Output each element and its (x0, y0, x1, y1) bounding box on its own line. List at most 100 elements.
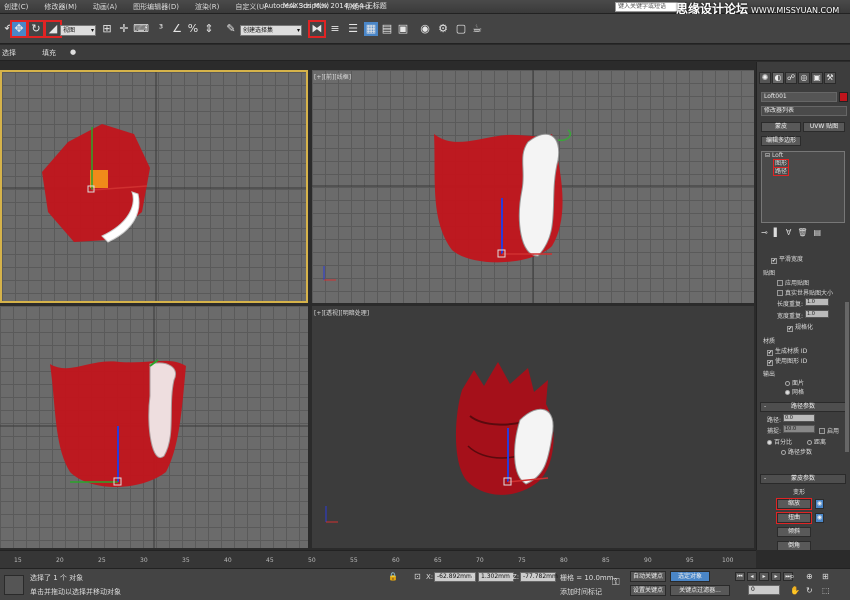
modify-tab-icon[interactable]: ◐ (772, 72, 784, 84)
pivot-icon[interactable]: ⊞ (100, 22, 114, 36)
stack-path[interactable]: 路径 (762, 167, 844, 176)
length-repeat-input[interactable]: 1.0 (805, 298, 829, 306)
uvw-map-button[interactable]: UVW 贴图 (803, 122, 845, 132)
object-color-swatch[interactable] (839, 92, 848, 102)
viewport-top[interactable] (0, 70, 308, 303)
ribbon-populate-tab[interactable]: 填充 (42, 48, 56, 58)
move-icon[interactable]: ✛ (117, 22, 131, 36)
angle-snap-icon[interactable]: ∠ (170, 22, 184, 36)
go-to-start-icon[interactable]: ⏮ (735, 572, 745, 581)
play-icon[interactable]: ▸ (759, 572, 769, 581)
render-setup-icon[interactable]: ⚙ (436, 22, 450, 36)
path-steps-radio[interactable]: 路径步数 (781, 447, 812, 456)
display-tab-icon[interactable]: ▣ (811, 72, 823, 84)
key-filters-button[interactable]: 关键点过滤器... (670, 585, 730, 596)
material-editor-icon[interactable]: ◉ (418, 22, 432, 36)
modifier-stack[interactable]: ⊟ Loft 图形 路径 (761, 151, 845, 223)
twist-deform-button[interactable]: 扭曲 (776, 512, 812, 524)
edit-named-selection-icon[interactable]: ✎ (224, 22, 238, 36)
create-tab-icon[interactable]: ✺ (759, 72, 771, 84)
zoom-extents-icon[interactable]: ⊞ (822, 572, 829, 581)
show-end-result-icon[interactable]: ▌ (774, 228, 780, 237)
twist-toggle-icon[interactable]: ◉ (815, 513, 824, 523)
vp-shading-label[interactable]: [明暗处理] (340, 310, 369, 317)
zoom-all-icon[interactable]: ⊕ (806, 572, 813, 581)
path-input[interactable]: 0.0 (783, 414, 815, 422)
select-scale-icon[interactable]: ◢ (44, 20, 62, 38)
ribbon-options-icon[interactable]: ● (70, 48, 76, 56)
percent-snap-icon[interactable]: % (186, 22, 200, 36)
menu-animation[interactable]: 动画(A) (89, 1, 121, 13)
output-patch-radio[interactable]: 面片 (785, 378, 804, 387)
curve-editor-icon[interactable]: ▤ (380, 22, 394, 36)
vp-view-label[interactable]: [前] (324, 74, 335, 81)
smooth-width-check[interactable]: ✔ 平滑宽度 (771, 254, 803, 264)
output-mesh-radio[interactable]: 网格 (785, 387, 804, 396)
reference-coord-select[interactable]: 视图 (60, 25, 96, 36)
normalize-check[interactable]: ✔ 规格化 (787, 322, 813, 332)
current-frame-input[interactable]: 0 (748, 585, 780, 595)
menu-modifiers[interactable]: 修改器(M) (40, 1, 81, 13)
shape-profile-persp[interactable] (514, 408, 554, 485)
selected-set-select[interactable]: 选定对象 (670, 571, 710, 582)
use-shape-ids-check[interactable]: ✔ 使用图形 ID (767, 356, 807, 366)
make-unique-icon[interactable]: ∀ (786, 228, 791, 237)
search-input[interactable]: 键入关键字或短语 (615, 2, 685, 12)
apply-mapping-check[interactable]: 应用贴图 (777, 278, 809, 287)
select-rotate-icon[interactable]: ↻ (27, 20, 45, 38)
distance-radio[interactable]: 距离 (807, 437, 826, 446)
vp-view-label[interactable]: [透视] (324, 310, 341, 317)
path-params-rollout[interactable]: 路径参数 (760, 402, 846, 412)
next-frame-icon[interactable]: ▸ (771, 572, 781, 581)
rendered-frame-icon[interactable]: ▢ (454, 22, 468, 36)
orbit-icon[interactable]: ↻ (806, 586, 813, 595)
viewport-left[interactable] (0, 306, 308, 548)
viewport-front[interactable]: [+][前][线框] (312, 70, 754, 303)
vp-menu-plus[interactable]: [+] (314, 74, 324, 81)
edit-poly-button[interactable]: 编辑多边形 (761, 136, 801, 146)
ribbon-selection-tab[interactable]: 选择 (2, 48, 16, 58)
zoom-icon[interactable]: ⌕ (790, 572, 794, 582)
configure-sets-icon[interactable]: ▤ (814, 228, 822, 237)
snap-enable-check[interactable]: 启用 (819, 426, 839, 435)
viewport-front-label[interactable]: [+][前][线框] (314, 72, 351, 81)
keyboard-shortcut-icon[interactable]: ⌨ (133, 22, 149, 36)
width-repeat-input[interactable]: 1.0 (805, 310, 829, 318)
real-world-check[interactable]: 真实世界贴图大小 (777, 288, 833, 297)
percent-radio[interactable]: 百分比 (767, 437, 792, 446)
mirror-icon[interactable]: ⧓ (308, 20, 326, 38)
pin-stack-icon[interactable]: ⊸ (761, 228, 768, 237)
command-panel-scrollbar[interactable] (845, 302, 849, 452)
vp-menu-plus[interactable]: [+] (314, 310, 324, 317)
skin-params-rollout[interactable]: 蒙皮参数 (760, 474, 846, 484)
graphite-toggle-icon[interactable]: ▦ (364, 22, 378, 36)
vp-shading-label[interactable]: [线框] (334, 74, 351, 81)
layer-icon[interactable]: ☰ (346, 22, 360, 36)
prev-frame-icon[interactable]: ◂ (747, 572, 757, 581)
bevel-deform-button[interactable]: 倒角 (777, 541, 811, 550)
schematic-view-icon[interactable]: ▣ (396, 22, 410, 36)
spinner-snap-icon[interactable]: ⇕ (202, 22, 216, 36)
remove-modifier-icon[interactable]: 🗑 (797, 228, 807, 237)
set-key-button[interactable]: 设置关键点 (630, 585, 666, 596)
stack-root[interactable]: ⊟ Loft (762, 152, 844, 160)
maximize-viewport-icon[interactable]: ⬚ (822, 586, 830, 595)
pan-icon[interactable]: ✋ (790, 586, 800, 595)
maxscript-listener-icon[interactable] (4, 575, 24, 595)
absolute-mode-icon[interactable]: ⊡ (414, 572, 421, 581)
selection-lock-icon[interactable]: 🔒 (388, 572, 398, 581)
hierarchy-tab-icon[interactable]: ☍ (785, 72, 797, 84)
time-slider[interactable]: 15 20 25 30 35 40 45 50 55 60 65 70 75 8… (0, 550, 756, 568)
auto-key-button[interactable]: 自动关键点 (630, 571, 666, 582)
viewport-perspective-label[interactable]: [+][透视][明暗处理] (314, 308, 369, 317)
add-time-tag[interactable]: 添加时间标记 (560, 587, 602, 597)
render-icon[interactable]: ☕ (470, 22, 484, 36)
modifier-list-select[interactable]: 修改器列表 (761, 106, 847, 116)
snap-toggle-icon[interactable]: ³ (154, 22, 168, 36)
skin-button[interactable]: 蒙皮 (761, 122, 801, 132)
gen-material-ids-check[interactable]: ✔ 生成材质 ID (767, 346, 807, 356)
stack-shape[interactable]: 图形 (762, 159, 844, 168)
y-coordinate-input[interactable]: 1.302mm (478, 572, 514, 582)
align-icon[interactable]: ≡ (328, 22, 342, 36)
object-name-field[interactable]: Loft001 (761, 92, 837, 102)
